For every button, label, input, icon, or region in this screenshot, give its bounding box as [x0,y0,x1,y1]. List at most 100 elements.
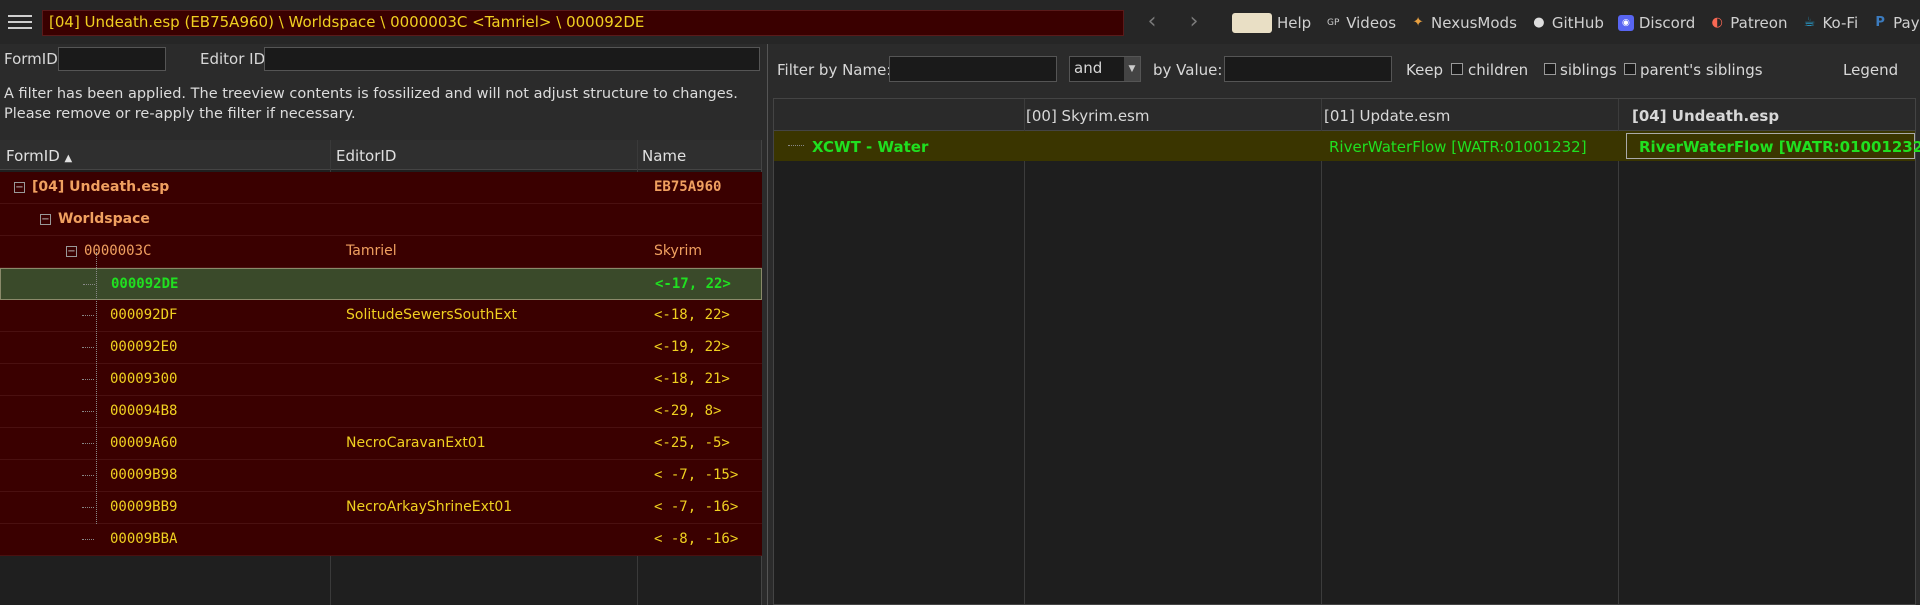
patreon-icon: ◐ [1711,15,1723,30]
column-divider [1618,99,1619,604]
forward-arrow-icon[interactable]: › [1182,10,1206,34]
filter-value-input[interactable] [1224,56,1392,82]
name-cell: <-17, 22> [655,276,731,292]
name-cell: <-25, -5> [654,435,730,451]
editorid-cell: SolitudeSewersSouthExt [346,307,518,323]
cell-undeath-selected[interactable]: RiverWaterFlow [WATR:01001232] [1626,133,1920,159]
grid-row-xcwt[interactable]: XCWT - Water RiverWaterFlow [WATR:010012… [774,131,1920,161]
tree-row[interactable]: 00009A60 NecroCaravanExt01 <-25, -5> [0,428,762,460]
collapse-icon[interactable]: − [14,182,25,193]
tree-connector [82,411,94,412]
tree-connector [82,539,94,540]
kofi-link[interactable]: ☕ Ko-Fi [1801,14,1859,32]
keep-children-checkbox[interactable] [1451,63,1463,75]
book-icon [1232,13,1272,33]
tree-row-selected[interactable]: 000092DE <-17, 22> [0,268,762,300]
tree-row[interactable]: 000092E0 <-19, 22> [0,332,762,364]
help-link[interactable]: Help [1232,13,1311,33]
row-label: XCWT - Water [812,138,929,156]
tree-connector [82,443,94,444]
back-arrow-icon[interactable]: ‹ [1140,10,1164,34]
tree-connector [83,284,95,285]
formid-cell: 000092E0 [110,339,178,355]
filter-applied-message: A filter has been applied. The treeview … [4,86,738,122]
discord-link[interactable]: ◉ Discord [1617,14,1695,32]
collapse-icon[interactable]: − [40,214,51,225]
column-name[interactable]: Name [642,147,686,165]
kofi-icon: ☕ [1803,15,1816,30]
name-cell: < -7, -16> [654,499,739,515]
tree-connector [82,475,94,476]
cell-update[interactable]: RiverWaterFlow [WATR:01001232] [1329,138,1587,156]
github-icon: ● [1533,15,1545,30]
grid-column-skyrim[interactable]: [00] Skyrim.esm [1026,107,1149,125]
filter-name-input[interactable] [889,56,1057,82]
record-compare-grid[interactable]: [00] Skyrim.esm [01] Update.esm [04] Und… [773,98,1920,605]
cell-undeath-value: RiverWaterFlow [WATR:01001232] [1639,138,1920,156]
tree-row[interactable]: 00009300 <-18, 21> [0,364,762,396]
by-value-label: by Value: [1153,61,1223,79]
discord-icon: ◉ [1617,15,1634,31]
formid-cell: 00009BBA [110,531,178,547]
filter-by-name-label: Filter by Name: [777,61,892,79]
tree-row[interactable]: − Worldspace [0,204,762,236]
formid-cell: 000092DE [111,276,179,292]
tree-row[interactable]: 000094B8 <-29, 8> [0,396,762,428]
paypal-link[interactable]: PPayPal [1872,14,1920,32]
formid-label: FormID [4,50,58,68]
name-cell: <-18, 21> [654,371,730,387]
name-cell: <-18, 22> [654,307,730,323]
editorid-search-input[interactable] [264,47,760,71]
patreon-link[interactable]: ◐ Patreon [1709,14,1788,32]
keep-label: Keep [1406,61,1444,79]
editorid-cell: NecroCaravanExt01 [346,435,486,451]
parents-siblings-label: parent's siblings [1640,61,1763,79]
formid-search-input[interactable] [58,47,166,71]
keep-siblings-checkbox[interactable] [1544,63,1556,75]
tree-connector [82,507,94,508]
nexusmods-link[interactable]: ✦ NexusMods [1410,14,1517,32]
sort-ascending-icon: ▲ [64,153,73,164]
name-cell: <-19, 22> [654,339,730,355]
record-tree[interactable]: FormID ▲ EditorID Name − [04] Undeath.esp… [0,140,762,605]
top-bar: [04] Undeath.esp (EB75A960) \ Worldspace… [0,0,1920,44]
grid-column-update[interactable]: [01] Update.esm [1324,107,1450,125]
editorid-cell: NecroArkayShrineExt01 [346,499,513,515]
tree-row[interactable]: 000092DF SolitudeSewersSouthExt <-18, 22> [0,300,762,332]
formid-cell: 00009300 [110,371,178,387]
formid-cell: 00009BB9 [110,499,178,515]
editorid-label: Editor ID [200,50,266,68]
legend-button[interactable]: Legend [1843,61,1898,79]
tree-row[interactable]: 00009BBA < -8, -16> [0,524,762,556]
tree-row[interactable]: −0000003C Tamriel Skyrim [0,236,762,268]
siblings-label: siblings [1560,61,1617,79]
keep-parents-siblings-checkbox[interactable] [1624,63,1636,75]
name-cell: < -8, -16> [654,531,739,547]
tree-row[interactable]: − [04] Undeath.esp EB75A960 [0,172,762,204]
column-divider [1024,99,1025,604]
github-link[interactable]: ● GitHub [1531,14,1604,32]
column-formid[interactable]: FormID ▲ [6,147,72,165]
external-links: Help GP Videos ✦ NexusMods ● GitHub ◉ Discor… [1232,12,1920,34]
filter-operator-select[interactable]: and ▼ [1069,56,1141,82]
nexus-icon: ✦ [1412,15,1424,30]
tree-row[interactable]: 00009B98 < -7, -15> [0,460,762,492]
collapse-icon[interactable]: − [66,246,77,257]
record-path-field[interactable]: [04] Undeath.esp (EB75A960) \ Worldspace… [42,10,1124,36]
chevron-down-icon: ▼ [1124,57,1140,81]
videos-link[interactable]: GP Videos [1325,14,1396,32]
hamburger-menu-icon[interactable] [6,11,34,33]
paypal-icon: P [1875,15,1885,30]
formid-cell: Worldspace [58,211,150,227]
name-cell: EB75A960 [654,179,722,195]
tree-connector [82,347,94,348]
children-label: children [1468,61,1529,79]
grid-column-undeath[interactable]: [04] Undeath.esp [1632,107,1779,125]
formid-cell: [04] Undeath.esp [32,179,170,195]
formid-cell: 00009B98 [110,467,178,483]
column-editorid[interactable]: EditorID [336,147,396,165]
tree-row[interactable]: 00009BB9 NecroArkayShrineExt01 < -7, -16> [0,492,762,524]
formid-cell: 0000003C [84,243,152,259]
name-cell: Skyrim [654,243,703,259]
gp-icon: GP [1327,18,1340,28]
